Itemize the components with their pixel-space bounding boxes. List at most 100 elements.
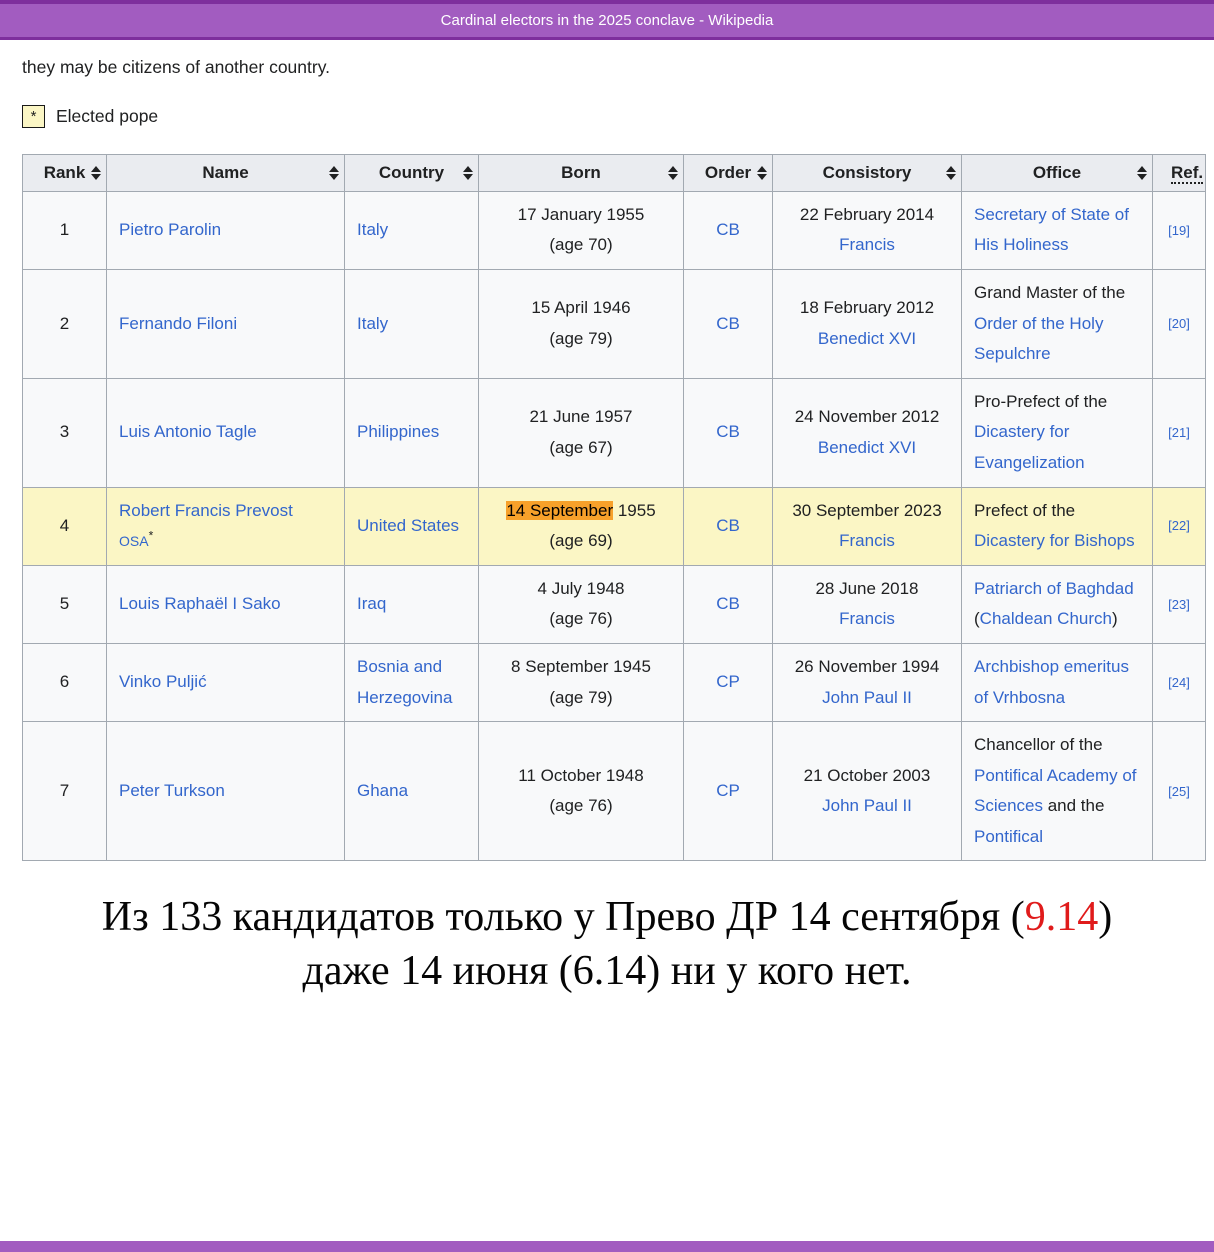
column-header-order[interactable]: Order: [683, 154, 773, 192]
link[interactable]: [23]: [1168, 597, 1190, 612]
link[interactable]: [20]: [1168, 316, 1190, 331]
text-run: 24 November 2012: [794, 407, 940, 427]
link[interactable]: John Paul II: [822, 688, 912, 707]
text-run: and the: [1042, 796, 1105, 816]
link[interactable]: Robert Francis Prevost: [119, 501, 293, 520]
link[interactable]: Patriarch of Baghdad: [974, 579, 1134, 598]
text-run: 30 September 2023: [792, 500, 942, 520]
link[interactable]: Pietro Parolin: [119, 220, 221, 239]
cell-name: Peter Turkson: [106, 721, 345, 862]
text-run: Grand Master of the: [974, 282, 1126, 302]
cell-rank: 6: [22, 642, 107, 723]
column-header-consistory[interactable]: Consistory: [772, 154, 962, 192]
link[interactable]: [24]: [1168, 675, 1190, 690]
cell-name: Vinko Puljić: [106, 642, 345, 723]
table-header-row: Rank Name Country Born Order Consistory …: [22, 154, 1206, 192]
link[interactable]: CB: [716, 220, 740, 239]
text-run: (age 76): [549, 609, 613, 629]
link[interactable]: Order of the Holy Sepulchre: [974, 314, 1103, 364]
link[interactable]: OSA: [119, 533, 149, 549]
caption-text: Из 133 кандидатов только у Прево ДР 14 с…: [101, 894, 1025, 941]
cell-office: Pro-Prefect of the Dicastery for Evangel…: [961, 377, 1153, 488]
cardinal-electors-table: Rank Name Country Born Order Consistory …: [22, 154, 1206, 862]
link[interactable]: Peter Turkson: [119, 781, 225, 800]
text-run: 28 June 2018: [815, 578, 919, 598]
text-run: 4 July 1948: [537, 578, 625, 598]
link[interactable]: Francis: [839, 531, 895, 550]
link[interactable]: [22]: [1168, 518, 1190, 533]
text-run: Chancellor of the: [974, 735, 1103, 755]
link[interactable]: Archbishop emeritus of Vrhbosna: [974, 657, 1129, 707]
column-label: Order: [704, 163, 752, 182]
link[interactable]: Dicastery for Evangelization: [974, 422, 1085, 472]
column-label: Consistory: [822, 163, 912, 182]
link[interactable]: Benedict XVI: [818, 329, 916, 348]
link[interactable]: Italy: [357, 314, 388, 333]
text-run: 15 April 1946: [531, 298, 631, 318]
cell-order: CP: [683, 642, 773, 723]
link[interactable]: Pontifical: [974, 827, 1043, 846]
text-run: 4: [59, 515, 70, 535]
link[interactable]: Philippines: [357, 422, 439, 441]
link[interactable]: Luis Antonio Tagle: [119, 422, 257, 441]
column-label: Office: [1032, 163, 1082, 182]
link[interactable]: Ghana: [357, 781, 408, 800]
text-run: 21 June 1957: [529, 407, 633, 427]
text-run: 22 February 2014: [799, 204, 935, 224]
link[interactable]: CB: [716, 516, 740, 535]
link[interactable]: United States: [357, 516, 459, 535]
cell-country: Bosnia and Herzegovina: [344, 642, 479, 723]
cell-consistory: 22 February 2014 Francis: [772, 190, 962, 270]
link[interactable]: Italy: [357, 220, 388, 239]
column-label: Ref.: [1171, 163, 1204, 184]
cell-name: Pietro Parolin: [106, 190, 345, 270]
column-header-born[interactable]: Born: [478, 154, 684, 192]
column-header-rank[interactable]: Rank: [22, 154, 107, 192]
cell-name: Fernando Filoni: [106, 268, 345, 379]
link[interactable]: CB: [716, 314, 740, 333]
link[interactable]: Fernando Filoni: [119, 314, 237, 333]
table-row: 3 Luis Antonio Tagle Philippines 21 June 19…: [22, 377, 1206, 488]
link[interactable]: [25]: [1168, 784, 1190, 799]
link[interactable]: [21]: [1168, 425, 1190, 440]
table-row: 5 Louis Raphaël I Sako Iraq 4 July 1948 (age…: [22, 564, 1206, 644]
text-run: *: [148, 528, 154, 543]
table-row: 6 Vinko Puljić Bosnia and Herzegovina 8 Sep…: [22, 642, 1206, 723]
link[interactable]: Francis: [839, 235, 895, 254]
link[interactable]: [19]: [1168, 223, 1190, 238]
column-header-name[interactable]: Name: [106, 154, 345, 192]
link[interactable]: Louis Raphaël I Sako: [119, 594, 281, 613]
cell-office: Prefect of the Dicastery for Bishops: [961, 486, 1153, 566]
sort-icon: [668, 165, 678, 180]
cell-ref: [19]: [1152, 190, 1206, 270]
link[interactable]: CB: [716, 594, 740, 613]
link[interactable]: Bosnia and Herzegovina: [357, 657, 452, 707]
link[interactable]: Vinko Puljić: [119, 672, 207, 691]
cell-consistory: 21 October 2003 John Paul II: [772, 721, 962, 862]
text-run: 26 November 1994: [794, 656, 940, 676]
text-run: 5: [59, 594, 70, 614]
link[interactable]: Iraq: [357, 594, 386, 613]
text-run: (age 79): [549, 687, 613, 707]
link[interactable]: Benedict XVI: [818, 438, 916, 457]
link[interactable]: CP: [716, 672, 740, 691]
text-run: (age 79): [549, 328, 613, 348]
link[interactable]: Chaldean Church: [980, 609, 1112, 628]
link[interactable]: CB: [716, 422, 740, 441]
cell-order: CB: [683, 486, 773, 566]
column-header-country[interactable]: Country: [344, 154, 479, 192]
cell-ref: [21]: [1152, 377, 1206, 488]
cell-born: 21 June 1957 (age 67): [478, 377, 684, 488]
link[interactable]: CP: [716, 781, 740, 800]
sort-icon: [329, 165, 339, 180]
cell-country: Italy: [344, 190, 479, 270]
link[interactable]: Secretary of State of His Holiness: [974, 205, 1129, 255]
column-header-office[interactable]: Office: [961, 154, 1153, 192]
link[interactable]: Dicastery for Bishops: [974, 531, 1135, 550]
text-run: Prefect of the: [974, 500, 1076, 520]
text-run: Pro-Prefect of the: [974, 391, 1108, 411]
link[interactable]: John Paul II: [822, 796, 912, 815]
link[interactable]: Francis: [839, 609, 895, 628]
cell-rank: 7: [22, 721, 107, 862]
text-run: (age 76): [549, 796, 613, 816]
